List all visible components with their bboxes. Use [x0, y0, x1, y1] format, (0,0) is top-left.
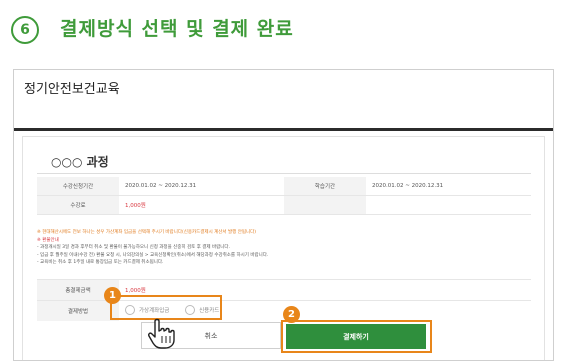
refund-note-line: - 교육비는 취소 후 1주일 내로 통장입금 또는 카드결제 취소됩니다. — [37, 260, 164, 265]
course-title: ○○○ 과정 — [51, 155, 109, 169]
table-row: 수강신청기간 2020.01.02 ~ 2020.12.31 학습기간 2020… — [37, 177, 531, 196]
header-divider — [14, 128, 553, 131]
step-title: 결제방식 선택 및 결제 완료 — [60, 18, 294, 40]
table-cell-label: 수강료 — [37, 195, 119, 215]
table-row: 수강료 1,000원 — [37, 195, 531, 215]
pay-button-highlight — [281, 320, 432, 353]
table-cell-label: 수강신청기간 — [37, 177, 119, 196]
hand-pointer-icon — [148, 318, 175, 349]
table-cell-value: 2020.01.02 ~ 2020.12.31 — [366, 177, 531, 196]
payment-method-highlight — [110, 295, 222, 320]
callout-badge-2: 2 — [283, 306, 300, 323]
course-info-table: 수강신청기간 2020.01.02 ~ 2020.12.31 학습기간 2020… — [37, 177, 531, 215]
table-cell-label — [284, 195, 366, 215]
table-cell-label: 학습기간 — [284, 177, 366, 196]
refund-notes: ※ 현대해산시에도 전보 하나는 성우 가산계좌 입금을 선택해 주시기 바랍니… — [37, 229, 531, 267]
table-cell-value — [366, 195, 531, 215]
refund-note-line: - 과정개시일 3일 경과 후부터 취소 및 환불이 불가능하오니 신청 과정을… — [37, 245, 230, 250]
payment-warning: ※ 현대해산시에도 전보 하나는 성우 가산계좌 입금을 선택해 주시기 바랍니… — [37, 230, 257, 235]
callout-badge-1: 1 — [104, 287, 121, 304]
course-title-divider — [37, 173, 531, 174]
table-cell-value: 2020.01.02 ~ 2020.12.31 — [119, 177, 284, 196]
refund-heading: ※ 환불안내 — [37, 237, 59, 243]
step-number-badge: 6 — [11, 16, 39, 44]
refund-note-line: - 입금 후 월주일 이내(수강 전) 환불 요청 시, 나의강의실 > 교육신… — [37, 252, 269, 258]
payment-method-label: 결제방법 — [37, 300, 119, 321]
page-title: 정기안전보건교육 — [24, 82, 120, 97]
tuition-value: 1,000원 — [119, 195, 284, 215]
